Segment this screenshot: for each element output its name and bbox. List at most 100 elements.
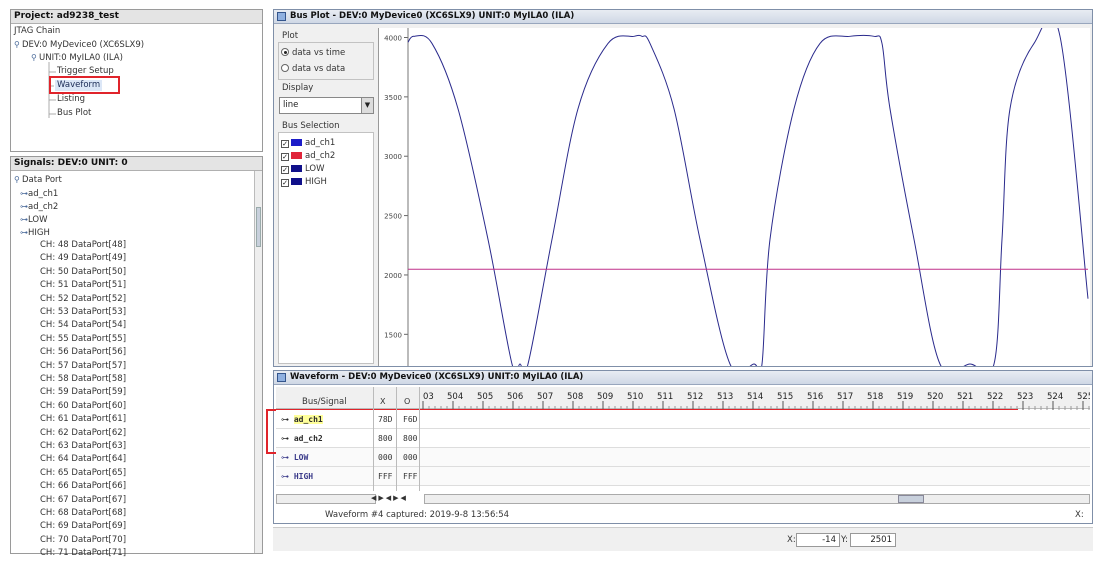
channel-item[interactable]: CH: 55 DataPort[55]	[40, 334, 126, 345]
radio-checked-icon	[281, 48, 289, 56]
chevron-down-icon[interactable]: ▼	[361, 98, 373, 113]
channel-item[interactable]: CH: 71 DataPort[71]	[40, 548, 126, 559]
bus-item[interactable]: ⊶ad_ch1	[20, 188, 58, 200]
waveform-row[interactable]	[276, 467, 1090, 486]
signals-title: Signals: DEV:0 UNIT: 0	[11, 157, 262, 171]
bus-plot-chart[interactable]: 1500 2000 2500 3000 3500 4000	[378, 28, 1090, 366]
bus-icon[interactable]: ⊶	[20, 214, 28, 225]
channel-item[interactable]: CH: 69 DataPort[69]	[40, 521, 126, 532]
ruler-label: 520	[927, 392, 943, 402]
waveform-row[interactable]	[276, 429, 1090, 448]
checkbox-checked-icon[interactable]: ✓	[281, 140, 289, 148]
channel-item[interactable]: CH: 63 DataPort[63]	[40, 441, 126, 452]
waveform-scrollbar[interactable]	[424, 494, 1090, 504]
scroll-thumb[interactable]	[256, 207, 261, 247]
signals-scrollbar[interactable]	[254, 171, 262, 553]
waveform-title: Waveform - DEV:0 MyDevice0 (XC6SLX9) UNI…	[290, 372, 584, 382]
channel-item[interactable]: CH: 52 DataPort[52]	[40, 294, 126, 305]
waveform-signal-name[interactable]: ⊶ ad_ch1	[281, 415, 323, 424]
channel-item[interactable]: CH: 53 DataPort[53]	[40, 307, 126, 318]
y-tick-label: 3000	[384, 153, 402, 161]
color-swatch	[291, 139, 302, 146]
waveform-row[interactable]	[276, 410, 1090, 429]
channel-item[interactable]: CH: 67 DataPort[67]	[40, 495, 126, 506]
checkbox-checked-icon[interactable]: ✓	[281, 153, 289, 161]
bus-icon[interactable]: ⊶	[20, 201, 28, 212]
checkbox-checked-icon[interactable]: ✓	[281, 166, 289, 174]
waveform-signal-name[interactable]: ⊶ LOW	[281, 453, 308, 462]
waveform-signal-name[interactable]: ⊶ HIGH	[281, 472, 313, 481]
color-swatch	[291, 178, 302, 185]
color-swatch	[291, 152, 302, 159]
column-divider	[373, 387, 374, 491]
legend-item-ad-ch1[interactable]: ✓ ad_ch1	[281, 138, 335, 148]
color-swatch	[291, 165, 302, 172]
y-tick-label: 4000	[384, 34, 402, 42]
waveform-x-label: X:	[1075, 510, 1084, 520]
bus-icon: ⊶	[281, 434, 294, 443]
bus-item[interactable]: ⊶LOW	[20, 214, 48, 226]
ruler-label: 517	[837, 392, 853, 402]
legend-item-low[interactable]: ✓ LOW	[281, 164, 325, 174]
project-panel: Project: ad9238_test JTAG Chain ⚲ DEV:0 M…	[10, 9, 263, 152]
ruler-label: 506	[507, 392, 523, 402]
tree-data-port[interactable]: ⚲ Data Port	[14, 174, 62, 186]
plot-group-label: Plot	[282, 31, 299, 41]
waveform-o-value: 000	[403, 453, 418, 462]
window-icon	[277, 373, 286, 382]
waveform-row[interactable]	[276, 448, 1090, 467]
channel-item[interactable]: CH: 54 DataPort[54]	[40, 320, 126, 331]
bus-icon: ⊶	[281, 453, 294, 462]
signal-name-scrollbar[interactable]	[276, 494, 376, 504]
bus-icon[interactable]: ⊶	[20, 227, 28, 238]
ruler-label: 504	[447, 392, 463, 402]
channel-item[interactable]: CH: 60 DataPort[60]	[40, 401, 126, 412]
channel-item[interactable]: CH: 48 DataPort[48]	[40, 240, 126, 251]
bus-icon[interactable]: ⊶	[20, 188, 28, 199]
channel-item[interactable]: CH: 58 DataPort[58]	[40, 374, 126, 385]
display-group-label: Display	[282, 83, 314, 93]
ruler-label: 514	[747, 392, 763, 402]
waveform-o-value: FFF	[403, 472, 418, 481]
checkbox-checked-icon[interactable]: ✓	[281, 179, 289, 187]
status-y-field: 2501	[850, 533, 896, 547]
expand-icon[interactable]: ⚲	[14, 174, 22, 185]
radio-unchecked-icon	[281, 64, 289, 72]
ruler-label: 522	[987, 392, 1003, 402]
scroll-thumb[interactable]	[898, 495, 924, 503]
col-o: O	[404, 397, 411, 406]
legend-item-high[interactable]: ✓ HIGH	[281, 177, 327, 187]
channel-item[interactable]: CH: 68 DataPort[68]	[40, 508, 126, 519]
col-bus-signal: Bus/Signal	[302, 397, 347, 407]
channel-item[interactable]: CH: 51 DataPort[51]	[40, 280, 126, 291]
small-scroll-arrows[interactable]: ◀▶◀▶◀	[371, 494, 423, 504]
channel-item[interactable]: CH: 62 DataPort[62]	[40, 428, 126, 439]
bus-plot-title: Bus Plot - DEV:0 MyDevice0 (XC6SLX9) UNI…	[290, 11, 575, 21]
channel-item[interactable]: CH: 66 DataPort[66]	[40, 481, 126, 492]
column-divider	[419, 387, 420, 491]
radio-data-vs-time[interactable]: data vs time	[281, 48, 345, 58]
waveform-signal-name[interactable]: ⊶ ad_ch2	[281, 434, 323, 443]
ruler-label: 518	[867, 392, 883, 402]
channel-item[interactable]: CH: 64 DataPort[64]	[40, 454, 126, 465]
waveform-x-value: 78D	[378, 415, 393, 424]
waveform-x-value: FFF	[378, 472, 393, 481]
ruler-label: 510	[627, 392, 643, 402]
y-tick-label: 2000	[384, 272, 402, 280]
channel-item[interactable]: CH: 61 DataPort[61]	[40, 414, 126, 425]
channel-item[interactable]: CH: 57 DataPort[57]	[40, 361, 126, 372]
bus-item[interactable]: ⊶ad_ch2	[20, 201, 58, 213]
radio-data-vs-data[interactable]: data vs data	[281, 64, 345, 74]
display-select[interactable]: line ▼	[279, 97, 374, 114]
channel-item[interactable]: CH: 70 DataPort[70]	[40, 535, 126, 546]
ruler-label: 509	[597, 392, 613, 402]
channel-item[interactable]: CH: 59 DataPort[59]	[40, 387, 126, 398]
channel-item[interactable]: CH: 49 DataPort[49]	[40, 253, 126, 264]
col-x: X	[380, 397, 386, 406]
ruler-label: 511	[657, 392, 673, 402]
legend-item-ad-ch2[interactable]: ✓ ad_ch2	[281, 151, 335, 161]
bus-item[interactable]: ⊶HIGH	[20, 227, 50, 239]
channel-item[interactable]: CH: 65 DataPort[65]	[40, 468, 126, 479]
channel-item[interactable]: CH: 50 DataPort[50]	[40, 267, 126, 278]
channel-item[interactable]: CH: 56 DataPort[56]	[40, 347, 126, 358]
